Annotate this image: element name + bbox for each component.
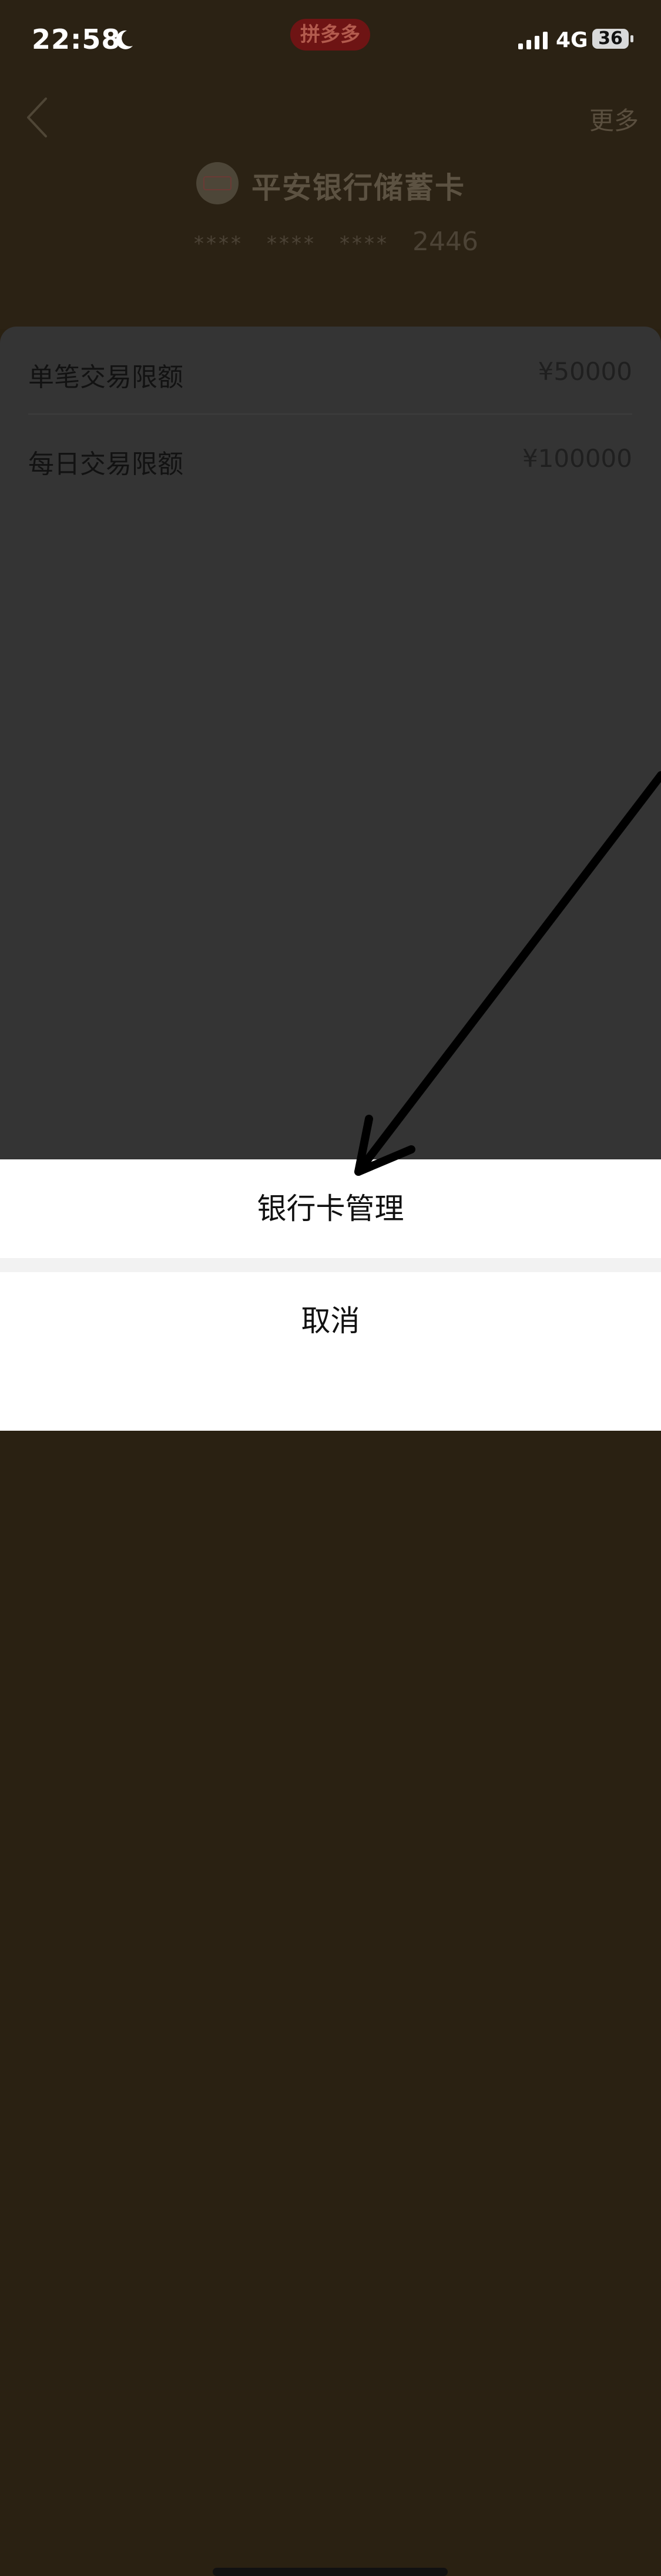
card-mask-1: **** [194, 232, 243, 255]
cancel-button[interactable]: 取消 [0, 1272, 661, 1370]
cellular-signal-icon [518, 32, 548, 49]
card-number: **** **** **** 2446 [194, 227, 478, 257]
more-button[interactable]: 更多 [589, 101, 639, 137]
back-chevron-icon[interactable] [24, 94, 53, 141]
limit-value: ¥50000 [538, 357, 632, 386]
bank-logo-mark [203, 176, 231, 190]
network-type: 4G [556, 28, 588, 52]
card-mask-3: **** [340, 232, 389, 255]
limit-row-single: 单笔交易限额 ¥50000 [28, 327, 632, 415]
bank-card-manage-button[interactable]: 银行卡管理 [0, 1159, 661, 1258]
battery-level: 36 [598, 28, 623, 49]
bank-name: 平安银行储蓄卡 [251, 171, 465, 205]
limit-row-daily: 每日交易限额 ¥100000 [28, 413, 632, 500]
app-badge: 拼多多 [290, 19, 370, 51]
limits-panel: 单笔交易限额 ¥50000 每日交易限额 ¥100000 [0, 327, 661, 1161]
home-indicator [213, 2568, 448, 2576]
status-bar: 22:58 拼多多 4G 36 [0, 0, 661, 82]
sheet-divider [0, 1258, 661, 1272]
card-mask-2: **** [267, 232, 316, 255]
card-last4: 2446 [412, 227, 478, 257]
action-sheet: 银行卡管理 取消 [0, 1159, 661, 2576]
moon-icon [116, 30, 133, 49]
status-time: 22:58 [32, 23, 121, 55]
limit-value: ¥100000 [522, 444, 632, 473]
limit-label: 单笔交易限额 [28, 362, 183, 392]
limit-label: 每日交易限额 [28, 449, 183, 479]
bank-logo-icon [196, 162, 239, 204]
